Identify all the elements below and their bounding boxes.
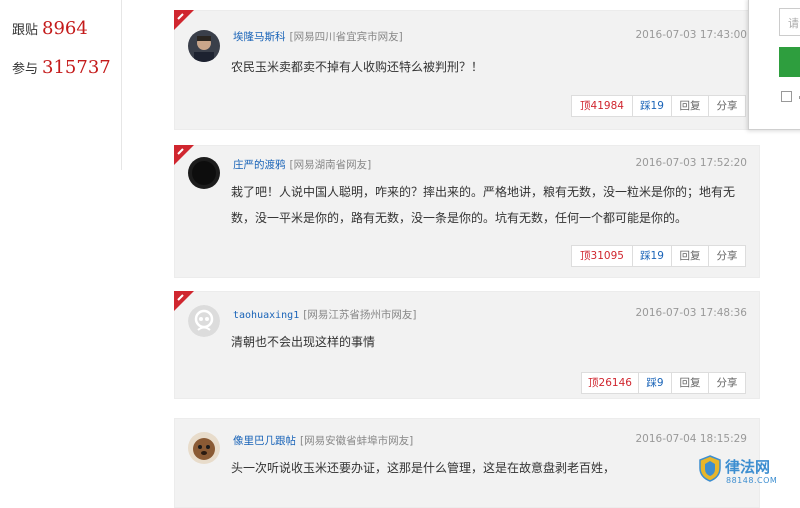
join-label: 参与 (12, 62, 39, 77)
username-link[interactable]: taohuaxing1 (233, 310, 299, 321)
comment-card: taohuaxing1 [网易江苏省扬州市网友] 2016-07-03 17:48… (174, 291, 760, 399)
join-count: 315737 (42, 57, 111, 78)
reply-button[interactable]: 回复 (671, 372, 709, 394)
comment-text: 栽了吧！人说中国人聪明，咋来的？摔出来的。严格地讲，粮有无数，没一粒米是你的；地… (231, 185, 736, 225)
comment-time: 2016-07-04 18:15:29 (635, 433, 747, 445)
comment-text: 头一次听说收玉米还要办证，这那是什么管理，这是在故意盘剥老百姓， (231, 461, 616, 475)
comment-user-line: 像里巴几跟帖 [网易安徽省蚌埠市网友] (233, 433, 413, 448)
upvote-button[interactable]: 顶41984 (571, 95, 633, 117)
follow-count: 8964 (42, 18, 88, 39)
comment-text: 农民玉米卖都卖不掉有人收购还特么被判刑？！ (231, 60, 484, 74)
username-link[interactable]: 庄严的渡鸦 (233, 159, 286, 171)
avatar[interactable] (188, 157, 220, 189)
site-watermark: 律法网 88148.COM (695, 452, 800, 497)
comment-card: 像里巴几跟帖 [网易安徽省蚌埠市网友] 2016-07-04 18:15:29 头… (174, 418, 760, 508)
remember-checkbox[interactable] (781, 91, 792, 102)
follow-stat: 跟贴 8964 (12, 18, 88, 39)
hot-corner-icon (174, 291, 194, 311)
comment-card: 埃隆马斯科 [网易四川省宜宾市网友] 2016-07-03 17:43:00 农民… (174, 10, 760, 130)
shield-logo-icon (699, 455, 721, 482)
comment-time: 2016-07-03 17:43:00 (635, 29, 747, 41)
comment-user-line: 埃隆马斯科 [网易四川省宜宾市网友] (233, 29, 403, 44)
watermark-url: 88148.COM (726, 476, 778, 485)
downvote-button[interactable]: 踩19 (632, 245, 672, 267)
comment-actions: 顶41984 踩19 回复 分享 (571, 95, 746, 117)
comment-text: 清朝也不会出现这样的事情 (231, 335, 376, 349)
stats-panel: 跟贴 8964 参与 315737 (0, 0, 122, 170)
comment-actions: 顶31095 踩19 回复 分享 (571, 245, 746, 267)
user-location: [网易四川省宜宾市网友] (289, 31, 403, 43)
login-popup: 请 (748, 0, 800, 130)
downvote-button[interactable]: 踩9 (638, 372, 672, 394)
upvote-button[interactable]: 顶26146 (581, 372, 639, 394)
reply-button[interactable]: 回复 (671, 95, 709, 117)
comment-time: 2016-07-03 17:48:36 (635, 307, 747, 319)
user-location: [网易安徽省蚌埠市网友] (300, 435, 414, 447)
downvote-button[interactable]: 踩19 (632, 95, 672, 117)
follow-label: 跟贴 (12, 23, 39, 38)
username-link[interactable]: 埃隆马斯科 (233, 31, 286, 43)
avatar[interactable] (188, 305, 220, 337)
user-location: [网易湖南省网友] (289, 159, 372, 171)
login-input[interactable]: 请 (779, 8, 800, 36)
share-button[interactable]: 分享 (708, 95, 746, 117)
comment-card: 庄严的渡鸦 [网易湖南省网友] 2016-07-03 17:52:20 栽了吧！人… (174, 145, 760, 278)
username-link[interactable]: 像里巴几跟帖 (233, 435, 296, 447)
comment-user-line: taohuaxing1 [网易江苏省扬州市网友] (233, 307, 416, 322)
comment-time: 2016-07-03 17:52:20 (635, 157, 747, 169)
avatar[interactable] (188, 30, 220, 62)
comment-actions: 顶26146 踩9 回复 分享 (581, 372, 746, 394)
user-location: [网易江苏省扬州市网友] (303, 309, 417, 321)
share-button[interactable]: 分享 (708, 245, 746, 267)
avatar[interactable] (188, 432, 220, 464)
join-stat: 参与 315737 (12, 57, 111, 78)
hot-corner-icon (174, 10, 194, 30)
reply-button[interactable]: 回复 (671, 245, 709, 267)
login-submit-button[interactable] (779, 47, 800, 77)
comment-user-line: 庄严的渡鸦 [网易湖南省网友] (233, 157, 371, 172)
watermark-title: 律法网 (725, 458, 771, 476)
share-button[interactable]: 分享 (708, 372, 746, 394)
upvote-button[interactable]: 顶31095 (571, 245, 633, 267)
